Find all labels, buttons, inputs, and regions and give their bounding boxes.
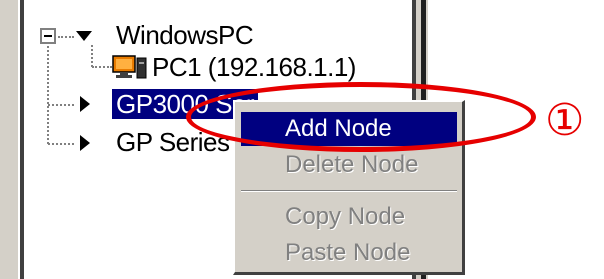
menu-item-copy-node[interactable]: Copy Node (241, 200, 457, 234)
computer-icon (112, 55, 147, 79)
expanded-arrow-icon[interactable] (76, 31, 92, 41)
tree-connector (48, 143, 74, 145)
tree-connector (58, 36, 74, 38)
left-window-frame (0, 0, 24, 279)
menu-separator (241, 190, 457, 192)
collapsed-arrow-icon[interactable] (80, 96, 90, 112)
tree-item-pc1[interactable]: PC1 (192.168.1.1) (152, 52, 356, 82)
tree-connector (48, 104, 74, 106)
annotation-callout-number: ① (545, 95, 585, 146)
menu-item-paste-node[interactable]: Paste Node (241, 236, 457, 270)
collapsed-arrow-icon[interactable] (80, 135, 90, 151)
tree-root-label[interactable]: WindowsPC (116, 20, 254, 50)
tree-connector (92, 66, 112, 68)
expander-minus-icon[interactable] (40, 28, 56, 44)
tree-connector (47, 46, 49, 144)
tree-connector (91, 45, 93, 67)
menu-item-delete-node[interactable]: Delete Node (241, 148, 457, 182)
annotation-ellipse (186, 82, 536, 152)
